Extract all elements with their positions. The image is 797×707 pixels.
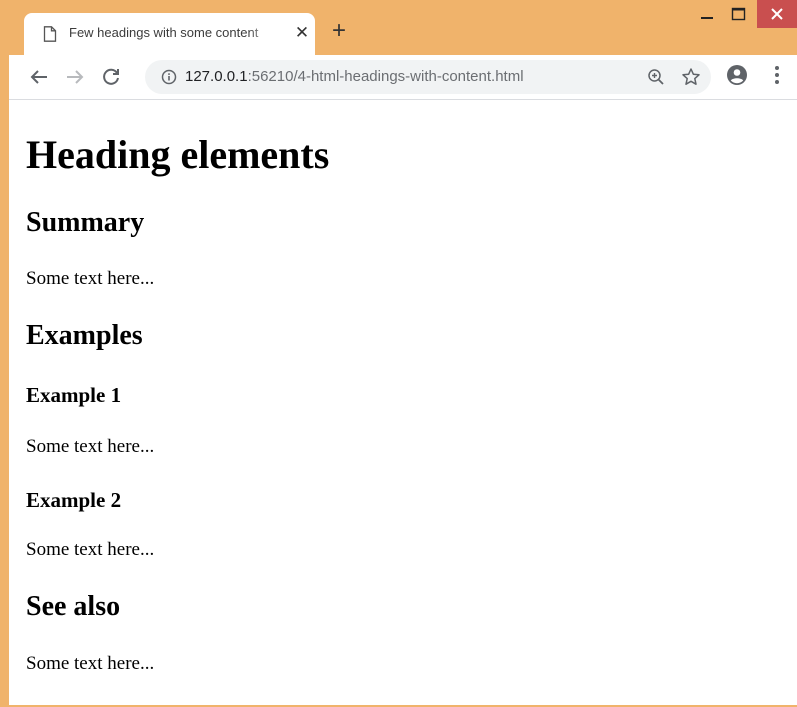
url-host: 127.0.0.1 — [185, 68, 248, 85]
page-icon — [43, 26, 57, 42]
forward-icon[interactable] — [63, 65, 87, 89]
page-title: Heading elements — [26, 132, 330, 177]
new-tab-button[interactable]: + — [327, 19, 351, 44]
url-path: :56210/4-html-headings-with-content.html — [247, 68, 524, 85]
example-1-text: Some text here... — [26, 436, 155, 457]
close-window-button[interactable] — [757, 0, 797, 28]
heading-examples: Examples — [26, 320, 143, 351]
account-icon[interactable] — [726, 64, 748, 86]
star-icon[interactable] — [681, 67, 701, 87]
summary-text: Some text here... — [26, 268, 155, 289]
see-also-text: Some text here... — [26, 653, 155, 674]
close-icon — [771, 8, 783, 20]
address-bar[interactable]: 127.0.0.1:56210/4-html-headings-with-con… — [145, 60, 711, 94]
tab-close-icon[interactable]: ✕ — [292, 23, 312, 43]
example-2-text: Some text here... — [26, 539, 155, 560]
tab-active[interactable]: Few headings with some content ✕ — [24, 13, 315, 55]
toolbar: 127.0.0.1:56210/4-html-headings-with-con… — [9, 55, 797, 100]
back-icon[interactable] — [27, 65, 51, 89]
zoom-icon[interactable] — [647, 68, 665, 86]
tab-title: Few headings with some content — [69, 25, 259, 40]
url-text[interactable]: 127.0.0.1:56210/4-html-headings-with-con… — [185, 68, 524, 85]
reload-icon[interactable] — [99, 65, 123, 89]
heading-see-also: See also — [26, 591, 121, 622]
menu-icon[interactable] — [769, 64, 785, 86]
maximize-icon[interactable] — [723, 0, 753, 30]
page-content: Heading elements Summary Some text here.… — [9, 100, 797, 705]
heading-summary: Summary — [26, 207, 145, 238]
minimize-icon[interactable] — [692, 0, 722, 30]
info-icon[interactable] — [161, 69, 177, 85]
heading-example-1: Example 1 — [26, 383, 122, 407]
browser-window: Few headings with some content ✕ + 127.0… — [9, 0, 797, 705]
heading-example-2: Example 2 — [26, 488, 122, 512]
title-bar: Few headings with some content ✕ + — [9, 0, 797, 55]
